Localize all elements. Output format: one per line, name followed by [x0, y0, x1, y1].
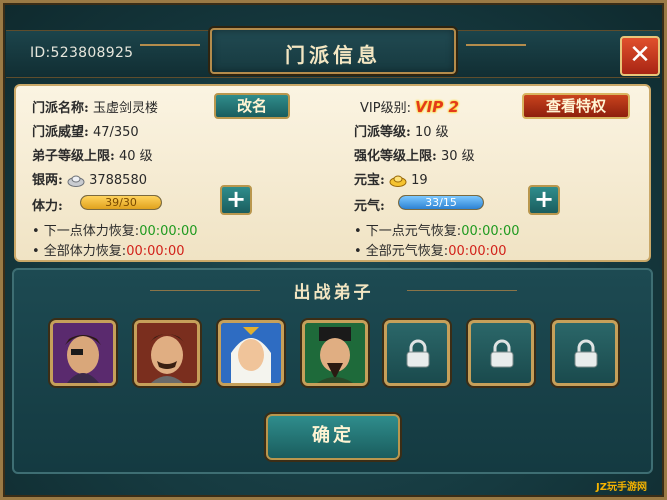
enhance-limit-value: 30 级 [440, 149, 475, 164]
disciple-slot-4[interactable] [302, 320, 368, 386]
prestige-row: 门派威望: 47/350 [32, 121, 139, 140]
yuanbao-label: 元宝: [354, 173, 385, 188]
title-plate: 门派信息 [210, 28, 456, 74]
hero-eyepatch-portrait [53, 323, 113, 383]
sect-level-label: 门派等级: [354, 125, 411, 140]
close-button[interactable]: ✕ [620, 36, 660, 76]
next-qi-row: • 下一点元气恢复:00:00:00 [354, 220, 520, 239]
plus-icon: + [533, 185, 555, 213]
page-title: 门派信息 [285, 43, 381, 67]
qi-value: 33/15 [425, 196, 457, 209]
close-x-icon: ✕ [629, 40, 651, 70]
prestige-label: 门派威望: [32, 125, 89, 140]
yuanbao-row: 元宝: 19 [354, 169, 428, 188]
prestige-value: 47/350 [92, 125, 139, 140]
all-stamina-row: • 全部体力恢复:00:00:00 [32, 240, 185, 259]
vip-label: VIP级别: [360, 101, 411, 116]
stamina-label: 体力: [32, 199, 63, 214]
header-ornament-right [466, 44, 526, 46]
sect-name-label: 门派名称: [32, 101, 89, 116]
qi-label: 元气: [354, 199, 385, 214]
enhance-limit-row: 强化等级上限: 30 级 [354, 145, 475, 164]
header-ornament-left [140, 44, 200, 46]
silver-value: 3788580 [89, 173, 147, 188]
stamina-value: 39/30 [105, 196, 137, 209]
all-qi-time: 00:00:00 [448, 244, 507, 259]
stamina-bar: 39/30 [80, 195, 162, 210]
plus-icon: + [225, 185, 247, 213]
all-stamina-label: • 全部体力恢复: [32, 244, 127, 259]
confirm-button[interactable]: 确定 [266, 414, 400, 460]
qi-bar: 33/15 [398, 195, 484, 210]
sect-level-value: 10 级 [414, 125, 449, 140]
next-stamina-label: • 下一点体力恢复: [32, 224, 140, 239]
rename-button[interactable]: 改名 [214, 93, 290, 119]
all-stamina-time: 00:00:00 [126, 244, 185, 259]
enhance-limit-label: 强化等级上限: [354, 149, 437, 164]
sect-name-row: 门派名称: 玉虚剑灵楼 [32, 97, 158, 116]
gold-ingot-icon [389, 175, 407, 187]
vip-row: VIP级别: VIP 2 [360, 97, 459, 116]
stamina-row: 体力: [32, 195, 63, 214]
hero-scholar-portrait [305, 323, 365, 383]
next-stamina-time: 00:00:00 [139, 224, 198, 239]
disciple-limit-label: 弟子等级上限: [32, 149, 115, 164]
disciple-limit-value: 40 级 [118, 149, 153, 164]
add-qi-button[interactable]: + [528, 185, 560, 215]
all-qi-label: • 全部元气恢复: [354, 244, 449, 259]
hero-mustache-portrait [137, 323, 197, 383]
lineup-title: 出战弟子 [293, 283, 374, 303]
yuanbao-value: 19 [411, 173, 428, 188]
disciple-slot-3[interactable] [218, 320, 284, 386]
disciple-limit-row: 弟子等级上限: 40 级 [32, 145, 153, 164]
lock-icon [406, 339, 430, 368]
qi-row: 元气: [354, 195, 385, 214]
silver-label: 银两: [32, 173, 63, 188]
disciple-slot-1[interactable] [50, 320, 116, 386]
disciple-slot-7-locked[interactable] [552, 320, 618, 386]
disciple-slot-2[interactable] [134, 320, 200, 386]
next-qi-label: • 下一点元气恢复: [354, 224, 462, 239]
lock-icon [490, 339, 514, 368]
player-id: ID:523808925 [30, 45, 134, 61]
hero-white-hair-portrait [221, 323, 281, 383]
lock-icon [574, 339, 598, 368]
add-stamina-button[interactable]: + [220, 185, 252, 215]
sect-level-row: 门派等级: 10 级 [354, 121, 449, 140]
next-qi-time: 00:00:00 [461, 224, 520, 239]
all-qi-row: • 全部元气恢复:00:00:00 [354, 240, 507, 259]
next-stamina-row: • 下一点体力恢复:00:00:00 [32, 220, 198, 239]
disciple-slot-6-locked[interactable] [468, 320, 534, 386]
sect-name-value: 玉虚剑灵楼 [92, 101, 158, 116]
view-privilege-button[interactable]: 查看特权 [522, 93, 630, 119]
vip-badge: VIP 2 [415, 98, 459, 116]
silver-row: 银两: 3788580 [32, 169, 147, 188]
disciple-slot-5-locked[interactable] [384, 320, 450, 386]
silver-ingot-icon [67, 175, 85, 187]
watermark: JZ玩手游网 [596, 482, 647, 493]
